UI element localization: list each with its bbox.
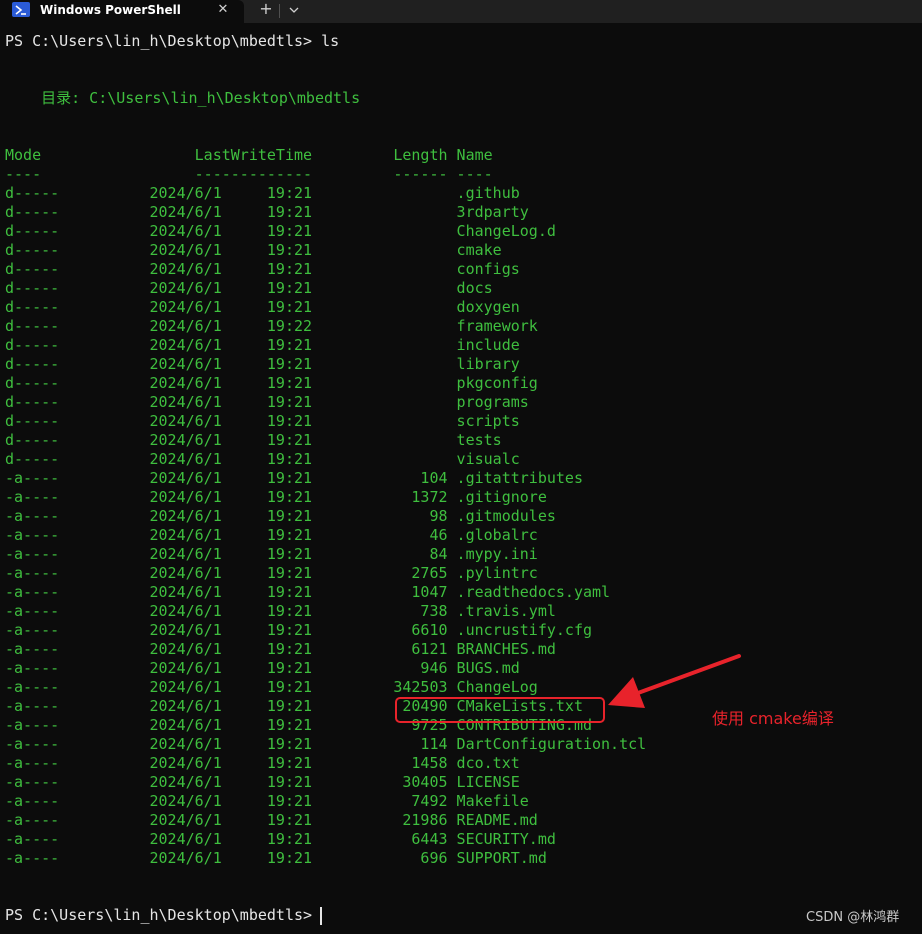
list-item: d----- 2024/6/1 19:21 3rdparty — [5, 203, 529, 221]
annotation-label: 使用 cmake编译 — [712, 709, 834, 728]
list-item: -a---- 2024/6/1 19:21 1372 .gitignore — [5, 488, 547, 506]
command-prompt-line-current[interactable]: PS C:\Users\lin_h\Desktop\mbedtls> — [5, 906, 321, 925]
list-item: d----- 2024/6/1 19:21 configs — [5, 260, 520, 278]
list-item: d----- 2024/6/1 19:21 cmake — [5, 241, 502, 259]
list-item: -a---- 2024/6/1 19:21 84 .mypy.ini — [5, 545, 538, 563]
new-tab-button[interactable]: + — [256, 1, 276, 19]
list-item: d----- 2024/6/1 19:21 doxygen — [5, 298, 520, 316]
powershell-icon — [12, 2, 30, 17]
list-item: d----- 2024/6/1 19:21 tests — [5, 431, 502, 449]
list-item: d----- 2024/6/1 19:21 pkgconfig — [5, 374, 538, 392]
list-item: d----- 2024/6/1 19:21 programs — [5, 393, 529, 411]
list-item: d----- 2024/6/1 19:21 .github — [5, 184, 520, 202]
list-item: -a---- 2024/6/1 19:21 342503 ChangeLog — [5, 678, 538, 696]
column-header: Mode LastWriteTime Length Name — [5, 146, 493, 164]
directory-header: 目录: C:\Users\lin_h\Desktop\mbedtls — [5, 89, 361, 107]
list-item: -a---- 2024/6/1 19:21 696 SUPPORT.md — [5, 849, 547, 867]
list-item: -a---- 2024/6/1 19:21 21986 README.md — [5, 811, 538, 829]
list-item: -a---- 2024/6/1 19:21 1458 dco.txt — [5, 754, 520, 772]
list-item: -a---- 2024/6/1 19:21 6443 SECURITY.md — [5, 830, 556, 848]
chevron-down-icon[interactable] — [284, 1, 304, 19]
list-item: -a---- 2024/6/1 19:21 946 BUGS.md — [5, 659, 520, 677]
column-header-underline: ---- ------------- ------ ---- — [5, 165, 493, 183]
list-item: d----- 2024/6/1 19:21 ChangeLog.d — [5, 222, 556, 240]
list-item: -a---- 2024/6/1 19:21 46 .globalrc — [5, 526, 538, 544]
list-item: -a---- 2024/6/1 19:21 30405 LICENSE — [5, 773, 520, 791]
highlight-box — [395, 697, 605, 723]
list-item: -a---- 2024/6/1 19:21 6121 BRANCHES.md — [5, 640, 556, 658]
list-item: -a---- 2024/6/1 19:21 1047 .readthedocs.… — [5, 583, 611, 601]
tab-divider — [279, 4, 280, 18]
list-item: -a---- 2024/6/1 19:21 114 DartConfigurat… — [5, 735, 647, 753]
list-item: d----- 2024/6/1 19:21 docs — [5, 279, 493, 297]
watermark: CSDN @林鸿群 — [806, 910, 900, 925]
list-item: d----- 2024/6/1 19:21 library — [5, 355, 520, 373]
title-bar: Windows PowerShell ✕ + — [0, 0, 922, 23]
list-item: -a---- 2024/6/1 19:21 104 .gitattributes — [5, 469, 583, 487]
list-item: d----- 2024/6/1 19:21 visualc — [5, 450, 520, 468]
list-item: -a---- 2024/6/1 19:21 2765 .pylintrc — [5, 564, 538, 582]
list-item: -a---- 2024/6/1 19:21 6610 .uncrustify.c… — [5, 621, 592, 639]
list-item: d----- 2024/6/1 19:22 framework — [5, 317, 538, 335]
tab-title: Windows PowerShell — [40, 3, 181, 17]
list-item: -a---- 2024/6/1 19:21 7492 Makefile — [5, 792, 529, 810]
list-item: -a---- 2024/6/1 19:21 738 .travis.yml — [5, 602, 556, 620]
list-item: d----- 2024/6/1 19:21 scripts — [5, 412, 520, 430]
tab-powershell[interactable]: Windows PowerShell ✕ — [0, 0, 244, 23]
close-tab-button[interactable]: ✕ — [214, 1, 232, 19]
list-item: d----- 2024/6/1 19:21 include — [5, 336, 520, 354]
list-item: -a---- 2024/6/1 19:21 98 .gitmodules — [5, 507, 556, 525]
command-prompt-line: PS C:\Users\lin_h\Desktop\mbedtls> ls — [5, 32, 340, 50]
text-cursor — [320, 907, 322, 925]
